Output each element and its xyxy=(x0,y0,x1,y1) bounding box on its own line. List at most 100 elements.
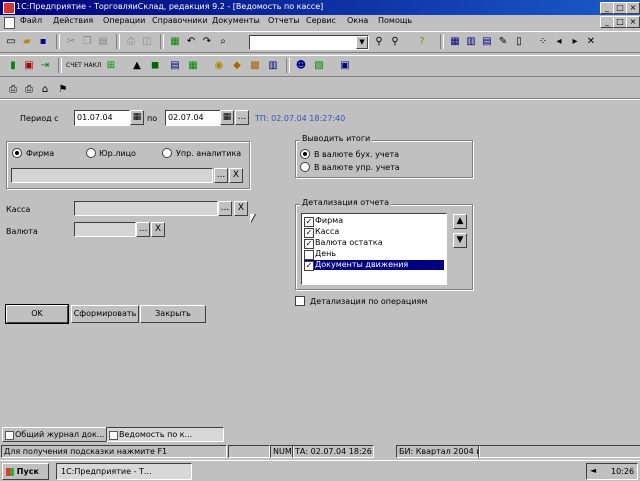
menu-reports[interactable]: Отчеты xyxy=(268,16,300,25)
wallet-icon[interactable]: ◉ xyxy=(212,59,226,73)
close-button[interactable]: Закрыть xyxy=(140,305,206,323)
detail-ops-checkbox[interactable] xyxy=(295,296,305,306)
date-from-field[interactable]: 01.07.04 xyxy=(74,110,130,126)
calculator-icon[interactable]: ▦ xyxy=(168,35,182,49)
book-icon[interactable]: ▯ xyxy=(512,35,526,49)
speaker-icon[interactable]: ◄ xyxy=(590,466,596,475)
radio-totals-bu[interactable] xyxy=(300,149,310,159)
radio-entity[interactable] xyxy=(162,148,172,158)
detail-list-item[interactable]: ✓ Касса xyxy=(304,227,444,238)
copy-icon[interactable]: ❐ xyxy=(80,35,94,49)
chart-icon[interactable]: ▥ xyxy=(464,35,478,49)
date-to-field[interactable]: 02.07.04 xyxy=(165,110,221,126)
doc-close-button[interactable]: × xyxy=(626,16,640,28)
detail-item-checkbox[interactable]: ✓ xyxy=(304,261,314,271)
list-icon[interactable]: ▤ xyxy=(168,59,182,73)
report-icon[interactable]: ▦ xyxy=(186,59,200,73)
app-icon[interactable] xyxy=(3,2,15,14)
menu-actions[interactable]: Действия xyxy=(53,16,93,25)
firm-select-button[interactable]: ... xyxy=(214,168,228,183)
exit-icon[interactable]: ⇥ xyxy=(38,59,52,73)
find-next-icon[interactable]: ⚲ xyxy=(372,35,386,49)
currency-select-button[interactable]: ... xyxy=(136,222,150,237)
save-icon[interactable]: ▪ xyxy=(36,35,50,49)
users-icon[interactable]: ☻ xyxy=(294,59,308,73)
menu-operations[interactable]: Операции xyxy=(103,16,145,25)
table-icon[interactable]: ▤ xyxy=(480,35,494,49)
kassa-clear-button[interactable]: X xyxy=(234,201,248,216)
detail-list-item[interactable]: ✓ Валюта остатка xyxy=(304,238,444,249)
inventory-icon[interactable]: ⊞ xyxy=(104,59,118,73)
clear-bookmarks-icon[interactable]: ✕ xyxy=(584,35,598,49)
radio-legal[interactable] xyxy=(86,148,96,158)
detail-list[interactable]: ✓ Фирма ✓ Касса ✓ Валюта остатка День ✓ Документ… xyxy=(301,213,447,285)
undo-icon[interactable]: ↶ xyxy=(184,35,198,49)
calendar-from-button[interactable]: ▦ xyxy=(130,110,144,125)
detail-item-checkbox[interactable] xyxy=(304,250,314,260)
find-icon[interactable]: ⌕ xyxy=(216,35,230,49)
new-doc-icon[interactable]: ▭ xyxy=(4,35,18,49)
menu-references[interactable]: Справочники xyxy=(152,16,208,25)
menu-windows[interactable]: Окна xyxy=(347,16,368,25)
document-icon[interactable] xyxy=(4,17,15,29)
prev-bookmark-icon[interactable]: ◂ xyxy=(552,35,566,49)
cut-icon[interactable]: ✂ xyxy=(64,35,78,49)
doc-minimize-button[interactable]: _ xyxy=(600,16,614,28)
period-select-button[interactable]: ... xyxy=(235,110,249,125)
goods-icon[interactable]: ◆ xyxy=(230,59,244,73)
move-up-button[interactable]: ▲ xyxy=(453,214,467,229)
radio-firm[interactable] xyxy=(12,148,22,158)
detail-item-checkbox[interactable]: ✓ xyxy=(304,239,314,249)
taskbar-app-button[interactable]: 1С:Предприятие - Т... xyxy=(56,463,192,480)
detail-item-checkbox[interactable]: ✓ xyxy=(304,228,314,238)
redo-icon[interactable]: ↷ xyxy=(200,35,214,49)
paste-icon[interactable]: ▤ xyxy=(96,35,110,49)
cash-order-icon[interactable]: ▣ xyxy=(22,59,36,73)
flag-icon[interactable]: ⚑ xyxy=(56,83,70,97)
doc-restore-button[interactable]: □ xyxy=(613,16,627,28)
menu-service[interactable]: Сервис xyxy=(306,16,336,25)
preview-form-icon[interactable]: ⎙ xyxy=(22,83,36,97)
chevron-down-icon[interactable]: ▼ xyxy=(356,36,368,49)
maximize-button[interactable]: □ xyxy=(613,2,627,14)
minimize-button[interactable]: _ xyxy=(600,2,614,14)
detail-list-item[interactable]: День xyxy=(304,249,444,260)
bank-icon[interactable]: ▣ xyxy=(338,59,352,73)
calendar-icon[interactable]: ▦ xyxy=(448,35,462,49)
next-bookmark-icon[interactable]: ▸ xyxy=(568,35,582,49)
menu-documents[interactable]: Документы xyxy=(212,16,260,25)
start-button[interactable]: Пуск xyxy=(2,463,49,480)
currency-field[interactable] xyxy=(74,222,136,237)
help-icon[interactable]: ? xyxy=(415,35,429,49)
bookmark-icon[interactable]: ⁘ xyxy=(536,35,550,49)
money-icon[interactable]: ▧ xyxy=(312,59,326,73)
firm-field[interactable] xyxy=(11,168,213,183)
price-list-icon[interactable]: ▥ xyxy=(266,59,280,73)
box-icon[interactable]: ◼ xyxy=(148,59,162,73)
form-report-button[interactable]: Сформировать xyxy=(71,305,139,323)
calendar-to-button[interactable]: ▦ xyxy=(220,110,234,125)
invoice-icon[interactable]: СЧЕТ xyxy=(66,59,82,73)
open-icon[interactable]: ▰ xyxy=(20,35,34,49)
waybill-icon[interactable]: НАКЛ xyxy=(84,59,101,73)
lock-icon[interactable]: ⌂ xyxy=(38,83,52,97)
kassa-field[interactable] xyxy=(74,201,218,216)
detail-item-checkbox[interactable]: ✓ xyxy=(304,217,314,227)
move-down-button[interactable]: ▼ xyxy=(453,233,467,248)
stock-icon[interactable]: ▩ xyxy=(248,59,262,73)
firm-clear-button[interactable]: X xyxy=(229,168,243,183)
print-form-icon[interactable]: ⎙ xyxy=(6,83,20,97)
preview-icon[interactable]: ◫ xyxy=(140,35,154,49)
menu-file[interactable]: Файл xyxy=(20,16,42,25)
search-combo[interactable]: ▼ xyxy=(249,35,369,50)
kassa-select-button[interactable]: ... xyxy=(218,201,232,216)
radio-totals-upr[interactable] xyxy=(300,162,310,172)
detail-list-item[interactable]: ✓ Фирма xyxy=(304,216,444,227)
warning-icon[interactable]: ▲ xyxy=(130,59,144,73)
print-icon[interactable]: ⎙ xyxy=(124,35,138,49)
edit-icon[interactable]: ✎ xyxy=(496,35,510,49)
close-window-button[interactable]: × xyxy=(626,2,640,14)
currency-clear-button[interactable]: X xyxy=(151,222,165,237)
ok-button[interactable]: OK xyxy=(5,304,69,324)
find-prev-icon[interactable]: ⚲ xyxy=(388,35,402,49)
